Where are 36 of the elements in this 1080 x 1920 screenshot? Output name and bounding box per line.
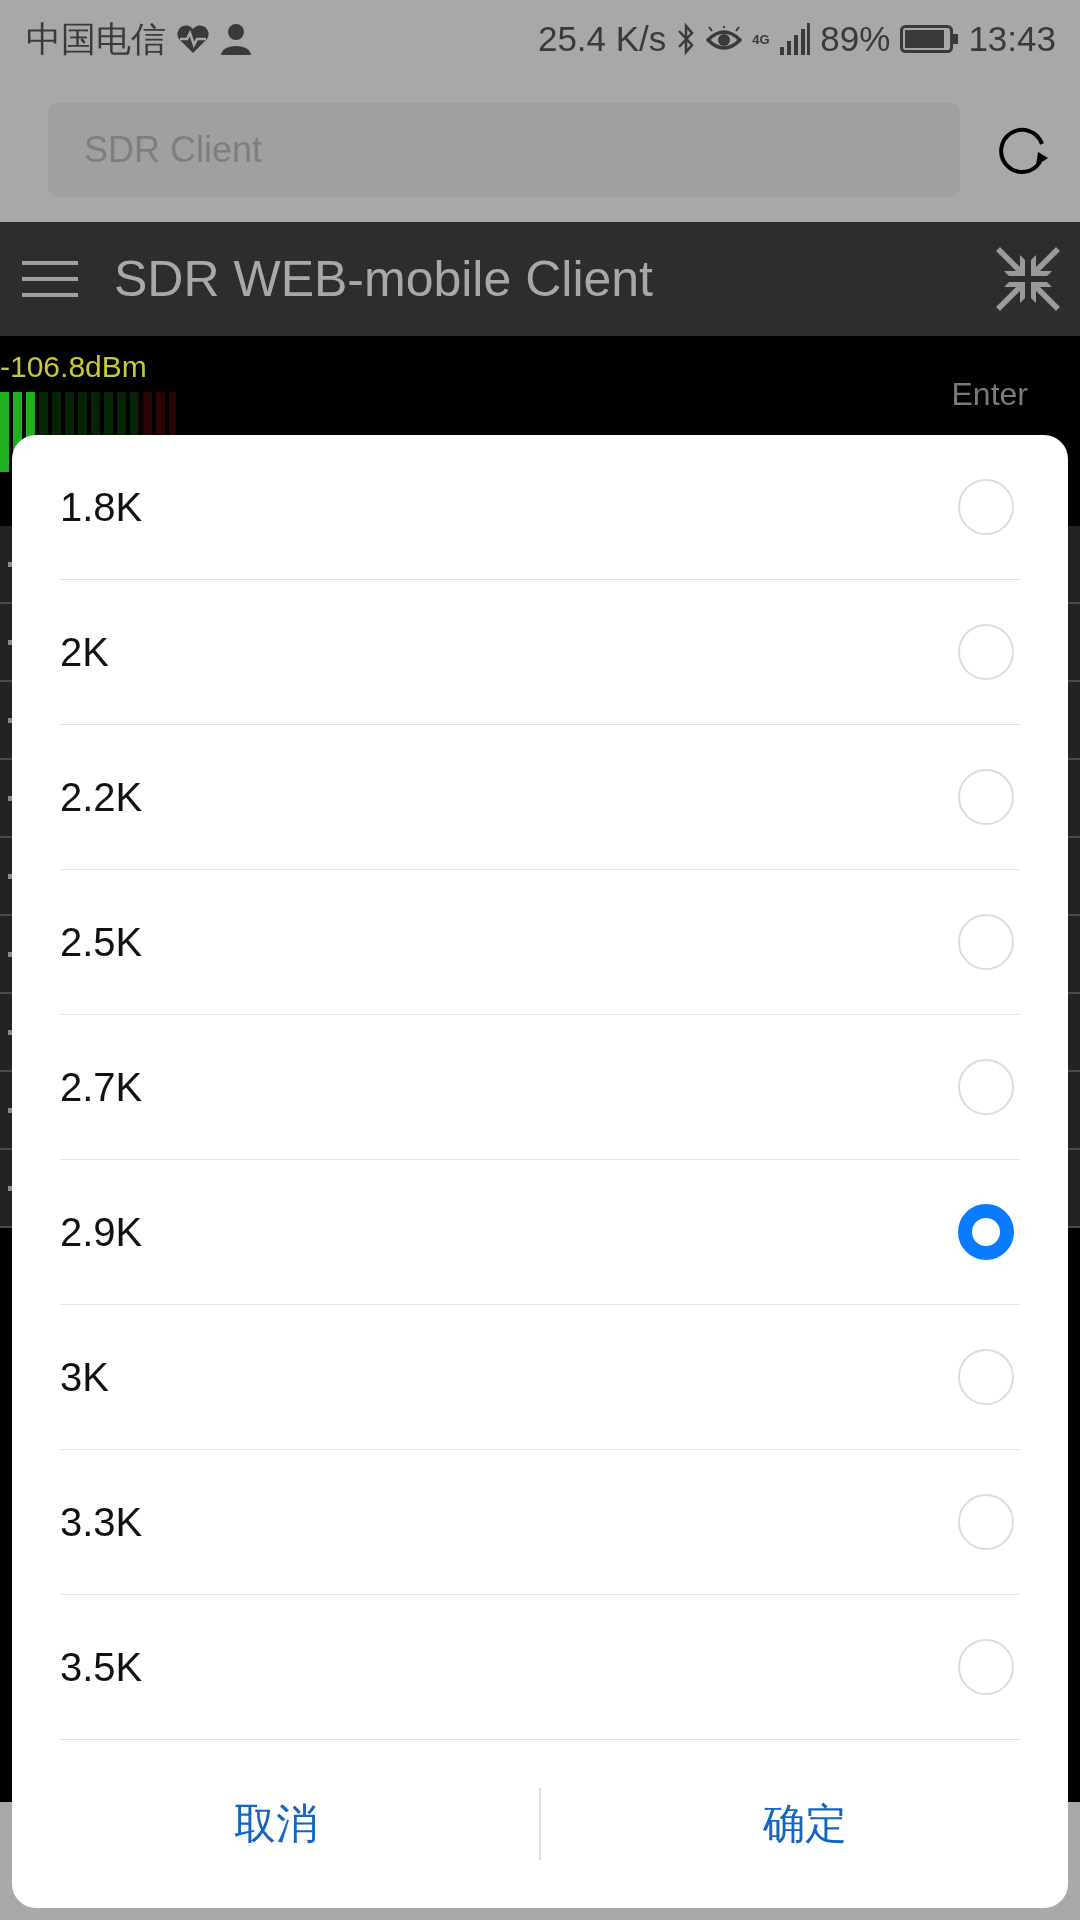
eye-icon xyxy=(706,26,743,52)
radio-button[interactable] xyxy=(958,1204,1014,1260)
battery-percent: 89% xyxy=(820,19,891,59)
app-title: SDR WEB-mobile Client xyxy=(114,250,654,308)
option-label: 3.5K xyxy=(60,1644,144,1690)
option-row[interactable]: 3K xyxy=(60,1305,1020,1450)
signal-strength: -106.8dBm xyxy=(0,350,148,384)
confirm-button[interactable]: 确定 xyxy=(541,1740,1068,1908)
network-type: 4G xyxy=(752,32,771,46)
enter-label[interactable]: Enter xyxy=(951,376,1028,412)
option-label: 1.8K xyxy=(60,484,144,530)
option-label: 2.5K xyxy=(60,919,144,965)
option-label: 3K xyxy=(60,1354,110,1400)
menu-icon[interactable] xyxy=(22,259,78,299)
signal-icon xyxy=(780,23,811,55)
option-row[interactable]: 2.7K xyxy=(60,1015,1020,1160)
option-row[interactable]: 2.5K xyxy=(60,870,1020,1015)
carrier-name: 中国电信 xyxy=(26,17,166,60)
cancel-button[interactable]: 取消 xyxy=(12,1740,539,1908)
option-row[interactable]: 3.3K xyxy=(60,1450,1020,1595)
option-label: 2.2K xyxy=(60,774,144,820)
option-row[interactable]: 2K xyxy=(60,580,1020,725)
person-icon xyxy=(220,23,252,55)
network-speed: 25.4 K/s xyxy=(537,19,667,59)
option-label: 2K xyxy=(60,629,110,675)
heart-rate-icon xyxy=(176,24,210,54)
option-label: 3.3K xyxy=(60,1499,144,1545)
option-row[interactable]: 1.8K xyxy=(60,435,1020,580)
collapse-icon[interactable] xyxy=(996,247,1060,311)
option-label: 2.7K xyxy=(60,1064,144,1110)
option-label: 2.9K xyxy=(60,1209,144,1255)
option-row[interactable]: 2.2K xyxy=(60,725,1020,870)
option-row[interactable]: 3.5K xyxy=(60,1595,1020,1740)
option-row[interactable]: 2.9K xyxy=(60,1160,1020,1305)
clock: 13:43 xyxy=(968,19,1056,59)
battery-icon xyxy=(900,25,959,53)
